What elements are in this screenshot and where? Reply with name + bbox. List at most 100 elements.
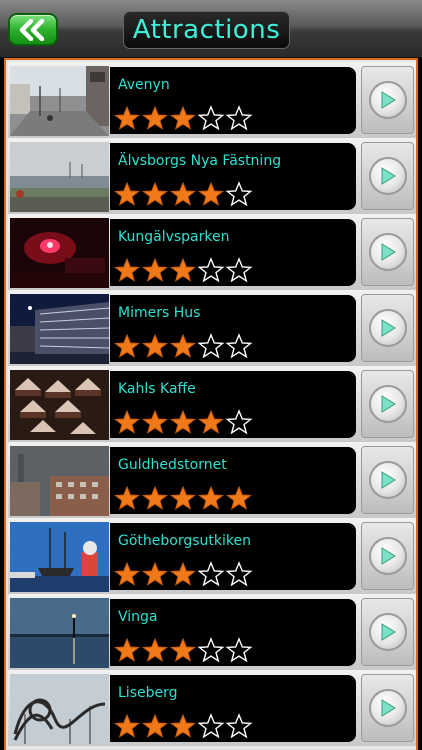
star-empty-icon <box>225 181 253 207</box>
back-button[interactable] <box>8 13 58 46</box>
star-empty-icon <box>225 561 253 587</box>
star-filled-icon <box>114 333 140 358</box>
top-bar: Attractions <box>0 0 422 58</box>
star-filled-icon <box>114 713 140 738</box>
star-filled-icon <box>198 181 224 206</box>
list-item[interactable]: Älvsborgs Nya Fästning <box>8 138 416 214</box>
attraction-name: Guldhedstornet <box>118 457 227 473</box>
attraction-photo <box>10 598 109 668</box>
star-empty-icon <box>225 105 253 131</box>
play-arrow-icon <box>381 623 396 641</box>
attraction-photo <box>10 218 109 288</box>
attraction-photo <box>10 674 109 744</box>
star-filled-icon <box>226 485 252 510</box>
open-detail-button[interactable] <box>361 218 414 286</box>
list-item[interactable]: Kahls Kaffe <box>8 366 416 442</box>
open-detail-button[interactable] <box>361 446 414 514</box>
attraction-name: Vinga <box>118 609 158 625</box>
star-filled-icon <box>142 409 168 434</box>
star-rating <box>113 713 253 739</box>
star-rating <box>113 257 253 283</box>
open-detail-button[interactable] <box>361 294 414 362</box>
open-detail-button[interactable] <box>361 142 414 210</box>
star-filled-icon <box>114 257 140 282</box>
star-filled-icon <box>142 485 168 510</box>
double-chevron-left-icon <box>19 18 45 41</box>
open-detail-button[interactable] <box>361 674 414 742</box>
play-arrow-icon <box>381 547 396 565</box>
star-filled-icon <box>142 637 168 662</box>
star-filled-icon <box>170 485 196 510</box>
play-arrow-icon <box>381 167 396 185</box>
star-filled-icon <box>142 181 168 206</box>
star-filled-icon <box>142 257 168 282</box>
list-item[interactable]: Mimers Hus <box>8 290 416 366</box>
open-detail-button[interactable] <box>361 370 414 438</box>
attraction-name: Kahls Kaffe <box>118 381 196 397</box>
title-box: Attractions <box>123 11 290 49</box>
play-arrow-icon <box>381 395 396 413</box>
attraction-name: Älvsborgs Nya Fästning <box>118 153 282 169</box>
attraction-name: Kungälvsparken <box>118 229 230 245</box>
attraction-name: Mimers Hus <box>118 305 201 321</box>
star-filled-icon <box>114 637 140 662</box>
star-empty-icon <box>225 713 253 739</box>
star-rating <box>113 561 253 587</box>
star-rating <box>113 637 253 663</box>
star-empty-icon <box>197 105 225 131</box>
star-empty-icon <box>197 713 225 739</box>
attraction-name: Götheborgsutkiken <box>118 533 251 549</box>
list-item[interactable]: Kungälvsparken <box>8 214 416 290</box>
attractions-list[interactable]: Avenyn Älvsborgs Nya Fästning Kungälvspa… <box>4 58 418 750</box>
attraction-photo <box>10 370 109 440</box>
star-filled-icon <box>170 181 196 206</box>
open-detail-button[interactable] <box>361 66 414 134</box>
attraction-photo <box>10 294 109 364</box>
attraction-photo <box>10 522 109 592</box>
star-filled-icon <box>142 333 168 358</box>
star-filled-icon <box>114 105 140 130</box>
star-rating <box>113 485 253 511</box>
attraction-photo <box>10 66 109 136</box>
play-arrow-icon <box>381 471 396 489</box>
star-empty-icon <box>197 257 225 283</box>
list-item[interactable]: Götheborgsutkiken <box>8 518 416 594</box>
play-arrow-icon <box>381 699 396 717</box>
star-empty-icon <box>225 333 253 359</box>
star-filled-icon <box>170 409 196 434</box>
attraction-photo <box>10 446 109 516</box>
star-filled-icon <box>198 485 224 510</box>
star-filled-icon <box>114 561 140 586</box>
star-empty-icon <box>197 637 225 663</box>
star-rating <box>113 105 253 131</box>
open-detail-button[interactable] <box>361 522 414 590</box>
star-filled-icon <box>114 181 140 206</box>
star-filled-icon <box>170 561 196 586</box>
star-filled-icon <box>142 561 168 586</box>
star-filled-icon <box>170 713 196 738</box>
list-item[interactable]: Liseberg <box>8 670 416 746</box>
play-arrow-icon <box>381 91 396 109</box>
list-item[interactable]: Vinga <box>8 594 416 670</box>
play-arrow-icon <box>381 243 396 261</box>
attraction-name: Avenyn <box>118 77 170 93</box>
list-item[interactable]: Avenyn <box>8 62 416 138</box>
open-detail-button[interactable] <box>361 598 414 666</box>
star-filled-icon <box>170 333 196 358</box>
star-filled-icon <box>142 713 168 738</box>
list-item[interactable]: Guldhedstornet <box>8 442 416 518</box>
attraction-photo <box>10 142 109 212</box>
star-empty-icon <box>225 257 253 283</box>
star-empty-icon <box>197 333 225 359</box>
star-empty-icon <box>225 637 253 663</box>
star-filled-icon <box>170 257 196 282</box>
attraction-name: Liseberg <box>118 685 178 701</box>
star-empty-icon <box>225 409 253 435</box>
star-filled-icon <box>114 409 140 434</box>
star-filled-icon <box>198 409 224 434</box>
star-rating <box>113 409 253 435</box>
star-filled-icon <box>114 485 140 510</box>
star-filled-icon <box>170 637 196 662</box>
star-rating <box>113 181 253 207</box>
page-title: Attractions <box>132 15 281 45</box>
